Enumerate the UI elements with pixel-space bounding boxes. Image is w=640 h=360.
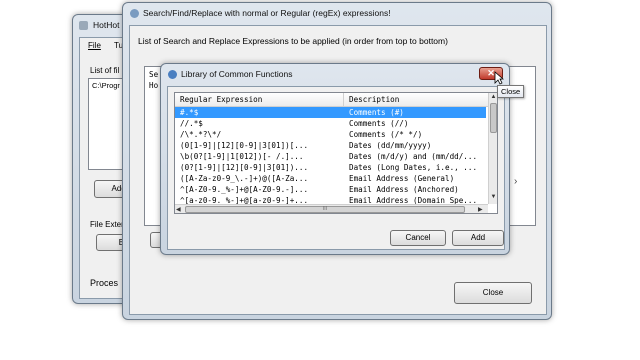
cancel-button[interactable]: Cancel xyxy=(390,230,446,246)
file-extension-label: File Exter xyxy=(90,220,124,229)
scroll-thumb-horizontal[interactable]: III xyxy=(185,206,465,213)
library-row[interactable]: (0?[1-9]|[12][0-9]|3[01])... Dates (Long … xyxy=(175,162,486,173)
library-vertical-scrollbar[interactable]: ▲ ▼ xyxy=(488,93,497,204)
expressions-description: List of Search and Replace Expressions t… xyxy=(138,36,448,46)
library-horizontal-scrollbar[interactable]: ◀ III ▶ xyxy=(175,204,488,213)
close-dialog-label: Close xyxy=(482,288,504,297)
library-dialog-titlebar[interactable]: Library of Common Functions ✕ xyxy=(161,64,509,86)
add-label: Add xyxy=(470,233,486,242)
row-expression: (0?[1-9]|[12][0-9]|3[01])... xyxy=(180,163,309,172)
library-row[interactable]: #.*$ Comments (#) xyxy=(175,107,486,118)
library-dialog: Library of Common Functions ✕ Regular Ex… xyxy=(160,63,510,255)
close-tooltip-text: Close xyxy=(501,87,521,96)
process-label: Proces xyxy=(90,278,119,288)
row-expression: \b(0?[1-9]|1[012])[- /.]... xyxy=(180,152,304,161)
row-expression: /\*.*?\*/ xyxy=(180,130,222,139)
menu-file[interactable]: File xyxy=(88,41,101,50)
mouse-cursor-icon xyxy=(494,71,504,85)
column-header-description[interactable]: Description xyxy=(349,93,489,106)
library-dialog-title: Library of Common Functions xyxy=(181,69,293,79)
row-expression: ^[A-Z0-9._%-]+@[A-Z0-9.-]... xyxy=(180,185,309,194)
row-description: Email Address (General) xyxy=(349,174,455,183)
row-expression: //.*$ xyxy=(180,119,203,128)
scroll-right-icon[interactable]: ▶ xyxy=(478,206,483,213)
library-list-header: Regular Expression Description xyxy=(175,93,497,107)
library-row[interactable]: (0[1-9]|[12][0-9]|3[01])[... Dates (dd/mm… xyxy=(175,140,486,151)
row-description: Dates (Long Dates, i.e., ... xyxy=(349,163,478,172)
expressions-list-header: Se xyxy=(149,70,159,79)
add-button[interactable]: Add xyxy=(452,230,504,246)
cancel-label: Cancel xyxy=(405,233,431,242)
library-row[interactable]: ([A-Za-z0-9_\.-]+)@([A-Za... Email Addres… xyxy=(175,173,486,184)
row-expression: #.*$ xyxy=(180,108,199,117)
library-list[interactable]: Regular Expression Description #.*$ Comme… xyxy=(174,92,498,214)
app-icon xyxy=(79,21,88,30)
scroll-grip-icon: III xyxy=(322,206,328,212)
library-row[interactable]: //.*$ Comments (//) xyxy=(175,118,486,129)
library-icon xyxy=(168,70,177,79)
expressions-list-row[interactable]: Ho xyxy=(149,81,158,90)
row-description: Email Address (Anchored) xyxy=(349,185,459,194)
row-description: Comments (#) xyxy=(349,108,404,117)
row-description: Dates (m/d/y) and (mm/dd/... xyxy=(349,152,478,161)
file-path-item[interactable]: C:\Progr xyxy=(92,81,120,90)
row-expression: ([A-Za-z0-9_\.-]+)@([A-Za... xyxy=(180,174,309,183)
dialog-icon xyxy=(130,9,139,18)
column-header-expression[interactable]: Regular Expression xyxy=(180,93,340,106)
row-description: Comments (//) xyxy=(349,119,409,128)
row-expression: (0[1-9]|[12][0-9]|3[01])[... xyxy=(180,141,309,150)
library-row[interactable]: ^[A-Z0-9._%-]+@[A-Z0-9.-]... Email Addres… xyxy=(175,184,486,195)
scroll-down-icon[interactable]: ▼ xyxy=(489,194,497,200)
files-list-label: List of fil xyxy=(90,66,120,75)
scroll-left-icon[interactable]: ◀ xyxy=(176,206,181,213)
close-tooltip: Close xyxy=(497,85,525,98)
search-dialog-title: Search/Find/Replace with normal or Regul… xyxy=(143,8,391,18)
scroll-right-arrow-icon[interactable]: › xyxy=(514,176,517,187)
library-row[interactable]: /\*.*?\*/ Comments (/* */) xyxy=(175,129,486,140)
hothot-title: HotHot xyxy=(93,20,120,30)
library-row[interactable]: \b(0?[1-9]|1[012])[- /.]... Dates (m/d/y)… xyxy=(175,151,486,162)
close-dialog-button[interactable]: Close xyxy=(454,282,532,304)
scroll-thumb-vertical[interactable] xyxy=(490,103,497,133)
column-divider[interactable] xyxy=(343,93,344,106)
library-dialog-client: Regular Expression Description #.*$ Comme… xyxy=(167,86,505,250)
row-description: Comments (/* */) xyxy=(349,130,423,139)
row-description: Dates (dd/mm/yyyy) xyxy=(349,141,432,150)
search-dialog-titlebar[interactable]: Search/Find/Replace with normal or Regul… xyxy=(123,3,551,25)
